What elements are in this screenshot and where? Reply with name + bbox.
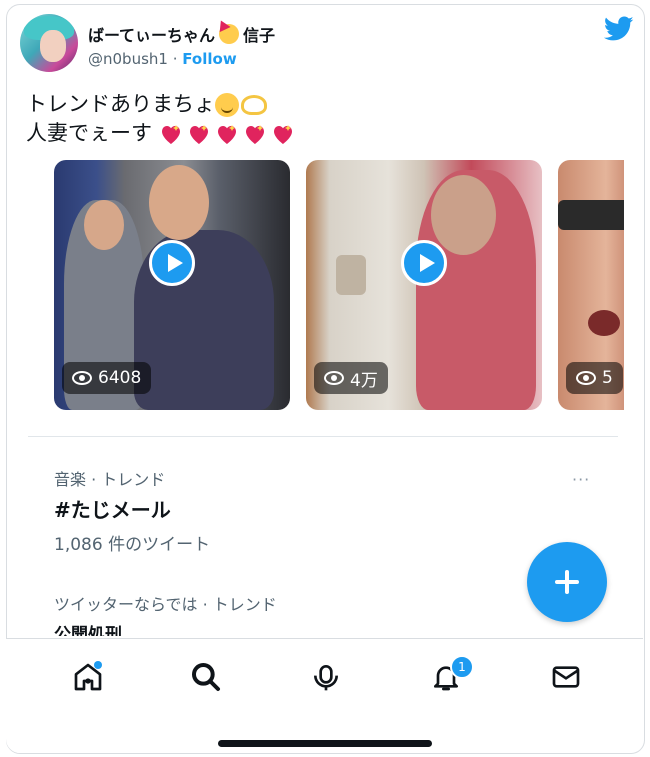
sparkling-heart-icon <box>273 125 292 144</box>
notification-badge: 1 <box>450 655 474 679</box>
sparkling-heart-icon <box>217 125 236 144</box>
eye-icon <box>576 371 596 385</box>
smiling-face-with-hearts-icon <box>215 93 239 117</box>
handle-row: @n0bush1 · Follow <box>88 50 237 68</box>
search-icon[interactable] <box>186 657 226 697</box>
view-count: 6408 <box>98 368 142 388</box>
separator: · <box>172 50 178 68</box>
home-indicator[interactable] <box>218 740 432 747</box>
messages-icon[interactable] <box>546 657 586 697</box>
handle[interactable]: @n0bush1 <box>88 50 168 68</box>
heart-hands-icon <box>241 95 267 115</box>
sparkling-hearts <box>159 121 299 145</box>
eye-icon <box>72 371 92 385</box>
follow-button[interactable]: Follow <box>182 50 236 68</box>
home-icon[interactable] <box>68 657 108 697</box>
display-name-suffix[interactable]: 信子 <box>243 22 275 46</box>
trend-category: ツイッターならでは · トレンド <box>54 595 277 614</box>
bottom-navigation: 1 <box>6 638 643 753</box>
unread-dot <box>94 661 102 669</box>
sparkling-heart-icon <box>189 125 208 144</box>
eye-icon <box>324 371 344 385</box>
author-name-row[interactable]: ばーてぃーちゃん 信子 <box>88 22 275 46</box>
trend-title[interactable]: #たじメール <box>54 494 171 523</box>
video-thumbnail-1[interactable]: 6408 <box>54 160 290 410</box>
twitter-bird-icon[interactable] <box>604 16 634 42</box>
tweet-text: トレンドありまちょ 人妻でぇーす <box>26 90 299 148</box>
view-count-badge: 6408 <box>62 362 152 394</box>
partying-face-icon <box>219 24 240 44</box>
trend-tweet-count: 1,086 件のツイート <box>54 535 211 555</box>
compose-tweet-button[interactable] <box>527 542 607 622</box>
sparkling-heart-icon <box>161 125 180 144</box>
trend-title[interactable]: 公開処刑 <box>54 620 122 636</box>
sparkling-heart-icon <box>245 125 264 144</box>
video-thumbnail-2[interactable]: 4万 <box>306 160 542 410</box>
view-count: 4万 <box>350 370 378 391</box>
tweet-text-line1-content: トレンドありまちょ <box>26 92 215 116</box>
divider <box>28 436 618 437</box>
notifications-icon[interactable]: 1 <box>426 655 474 697</box>
tweet-text-line1: トレンドありまちょ <box>26 90 299 119</box>
media-carousel[interactable]: 6408 4万 5 <box>54 160 624 412</box>
tweet-text-line2: 人妻でぇーす <box>26 119 299 148</box>
play-icon[interactable] <box>149 240 195 286</box>
tweet-text-line2-content: 人妻でぇーす <box>26 121 152 145</box>
spaces-icon[interactable] <box>306 657 346 697</box>
view-count-badge: 4万 <box>314 362 388 394</box>
avatar[interactable] <box>20 14 78 72</box>
trend-category: 音楽 · トレンド <box>54 470 166 489</box>
video-thumbnail-3[interactable]: 5 <box>558 160 624 410</box>
more-options-button[interactable]: ··· <box>572 470 590 489</box>
view-count-badge: 5 <box>566 362 623 394</box>
play-icon[interactable] <box>401 240 447 286</box>
view-count: 5 <box>602 368 613 388</box>
display-name[interactable]: ばーてぃーちゃん <box>88 22 215 46</box>
